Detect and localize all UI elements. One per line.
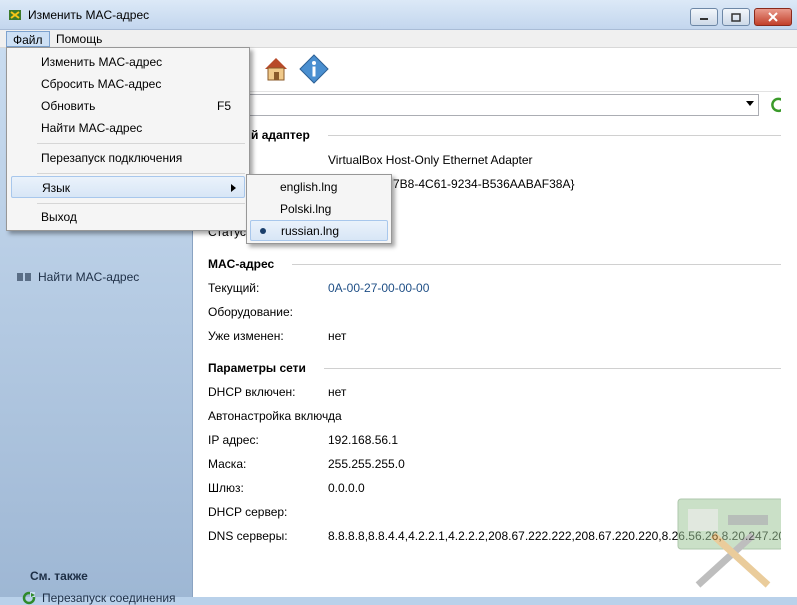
divider (292, 263, 788, 265)
already-changed-value: нет (328, 329, 347, 343)
menu-item-language[interactable]: Язык (11, 176, 245, 198)
language-item-russian[interactable]: russian.lng (250, 220, 388, 241)
already-changed-label: Уже изменен: (208, 329, 284, 343)
chevron-down-icon (746, 101, 754, 106)
autoconfig-label: Автонастройка включ.: (208, 409, 335, 423)
adapter-select[interactable] (193, 94, 759, 116)
gateway-value: 0.0.0.0 (328, 481, 365, 495)
gateway-label: Шлюз: (208, 481, 244, 495)
menu-help[interactable]: Помощь (50, 31, 108, 47)
subnet-mask-label: Маска: (208, 457, 247, 471)
current-mac-label: Текущий: (208, 281, 260, 295)
dns-servers-label: DNS серверы: (208, 529, 288, 543)
file-menu: Изменить MAC-адрес Сбросить MAC-адрес Об… (6, 47, 250, 231)
find-mac-label: Найти MAC-адрес (38, 270, 140, 284)
menu-item-language-label: Язык (42, 181, 71, 195)
close-icon (768, 12, 778, 22)
restart-connection-link[interactable]: Перезапуск соединения (22, 591, 176, 605)
window-title: Изменить MAC-адрес (28, 8, 150, 22)
language-item-english[interactable]: english.lng (250, 177, 388, 198)
details-pane: й адаптер VirtualBox Host-Only Ethernet … (192, 48, 797, 597)
find-mac-link[interactable]: Найти MAC-адрес (16, 270, 139, 284)
dhcp-server-label: DHCP сервер: (208, 505, 288, 519)
language-submenu: english.lng Polski.lng russian.lng (246, 174, 392, 244)
toolbar (193, 48, 797, 92)
title-bar: Изменить MAC-адрес (0, 0, 797, 30)
menu-item-find-mac[interactable]: Найти MAC-адрес (11, 117, 245, 139)
home-icon[interactable] (261, 54, 291, 84)
minimize-button[interactable] (690, 8, 718, 26)
refresh-shortcut: F5 (216, 99, 231, 113)
chevron-right-icon (231, 184, 236, 192)
close-button[interactable] (754, 8, 792, 26)
current-mac-value: 0A-00-27-00-00-00 (328, 281, 430, 295)
network-section-title: Параметры сети (208, 361, 788, 375)
see-also-heading: См. также (30, 569, 88, 583)
menu-separator (37, 143, 245, 144)
network-icon (17, 273, 31, 281)
adapter-section-title: й адаптер (251, 128, 788, 142)
menu-item-refresh[interactable]: Обновить F5 (11, 95, 245, 117)
network-card-watermark-icon (677, 498, 784, 588)
network-section-label: Параметры сети (208, 361, 306, 375)
menu-item-exit[interactable]: Выход (11, 206, 245, 228)
info-icon[interactable] (299, 54, 329, 84)
menu-item-refresh-label: Обновить (41, 99, 96, 113)
adapter-guid-value: 7B8-4C61-9234-B536AABAF38A} (393, 177, 575, 191)
menu-separator (37, 173, 245, 174)
menu-item-change-mac[interactable]: Изменить MAC-адрес (11, 51, 245, 73)
divider (327, 134, 788, 136)
dhcp-enabled-value: нет (328, 385, 347, 399)
menu-item-restart-connection[interactable]: Перезапуск подключения (11, 147, 245, 169)
menu-separator (37, 203, 245, 204)
subnet-mask-value: 255.255.255.0 (328, 457, 405, 471)
ip-address-value: 192.168.56.1 (328, 433, 399, 447)
language-item-polski[interactable]: Polski.lng (250, 199, 388, 220)
ip-address-label: IP адрес: (208, 433, 259, 447)
menu-bar: Файл Помощь (0, 30, 797, 48)
language-item-russian-label: russian.lng (281, 224, 340, 238)
maximize-button[interactable] (722, 8, 750, 26)
vertical-scrollbar[interactable] (781, 48, 797, 597)
mac-section-title: MAC-адрес (208, 257, 788, 271)
restart-connection-label: Перезапуск соединения (42, 591, 176, 605)
adapter-section-label: й адаптер (251, 128, 310, 142)
hardware-mac-label: Оборудование: (208, 305, 293, 319)
restart-icon (22, 591, 36, 605)
minimize-icon (700, 18, 708, 20)
radio-selected-icon (260, 228, 266, 234)
divider (323, 367, 788, 369)
maximize-icon (731, 12, 741, 22)
adapter-description-value: VirtualBox Host-Only Ethernet Adapter (328, 153, 533, 167)
menu-item-reset-mac[interactable]: Сбросить MAC-адрес (11, 73, 245, 95)
mac-section-label: MAC-адрес (208, 257, 275, 271)
dhcp-enabled-label: DHCP включен: (208, 385, 296, 399)
app-icon (9, 10, 21, 20)
autoconfig-value: да (328, 409, 342, 423)
menu-file[interactable]: Файл (6, 31, 50, 47)
